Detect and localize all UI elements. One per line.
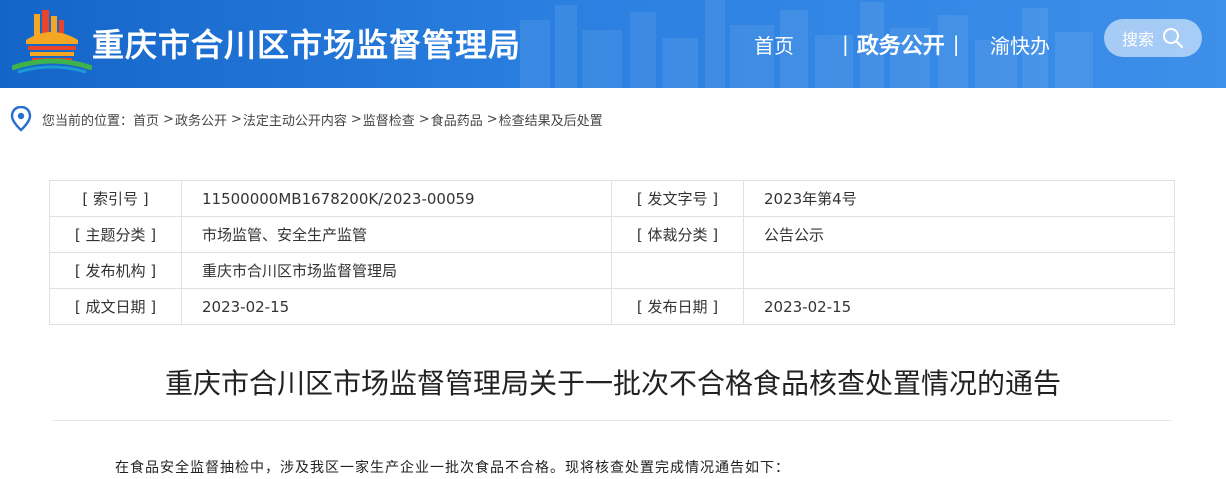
meta-value-publisher: 重庆市合川区市场监督管理局 [181, 252, 612, 289]
breadcrumb-home[interactable]: 首页 [133, 110, 159, 129]
article-title: 重庆市合川区市场监督管理局关于一批次不合格食品核查处置情况的通告 [164, 367, 1061, 400]
meta-label-publish-date: [ 发布日期 ] [611, 288, 744, 325]
meta-label-doc-number: [ 发文字号 ] [611, 180, 744, 217]
breadcrumb-separator: > [350, 111, 362, 127]
meta-value-empty [743, 252, 1175, 289]
nav-yukuaiban-link[interactable]: 渝快办 [990, 30, 1050, 59]
breadcrumb-inspection-results[interactable]: 检查结果及后处置 [499, 110, 603, 129]
table-row: [ 主题分类 ] 市场监管、安全生产监管 [ 体裁分类 ] 公告公示 [49, 216, 1175, 253]
meta-value-written-date: 2023-02-15 [181, 288, 612, 325]
title-divider [52, 420, 1172, 421]
location-pin-icon [10, 106, 32, 132]
meta-label-empty [611, 252, 744, 289]
breadcrumb-gov-affairs[interactable]: 政务公开 [175, 110, 227, 129]
meta-label-publisher: [ 发布机构 ] [49, 252, 182, 289]
meta-label-genre: [ 体裁分类 ] [611, 216, 744, 253]
site-header: 重庆市合川区市场监督管理局 首页 | 政务公开 | 渝快办 搜索 [0, 0, 1226, 88]
nav-separator: | [842, 32, 849, 56]
article-paragraph: 在食品安全监督抽检中，涉及我区一家生产企业一批次食品不合格。现将核查处置完成情况… [115, 460, 790, 476]
table-row: [ 索引号 ] 11500000MB1678200K/2023-00059 [ … [49, 180, 1175, 217]
meta-value-index: 11500000MB1678200K/2023-00059 [181, 180, 612, 217]
nav-separator: | [952, 32, 960, 56]
search-button-label: 搜索 [1121, 30, 1154, 49]
breadcrumb-supervision[interactable]: 监督检查 [363, 110, 415, 129]
breadcrumb-prefix: 您当前的位置： [42, 113, 134, 129]
breadcrumb: 您当前的位置： 首页 > 政务公开 > 法定主动公开内容 > 监督检查 > 食品… [10, 106, 603, 132]
nav-gov-affairs-link[interactable]: 政务公开 [857, 28, 945, 60]
meta-label-written-date: [ 成文日期 ] [49, 288, 182, 325]
breadcrumb-food-drug[interactable]: 食品药品 [431, 110, 483, 129]
meta-value-doc-number: 2023年第4号 [743, 180, 1175, 217]
site-title: 重庆市合川区市场监督管理局 [92, 26, 522, 64]
meta-value-publish-date: 2023-02-15 [743, 288, 1175, 325]
meta-label-index: [ 索引号 ] [49, 180, 182, 217]
breadcrumb-separator: > [163, 111, 174, 127]
breadcrumb-statutory-content[interactable]: 法定主动公开内容 [243, 110, 347, 129]
search-icon [1163, 28, 1184, 49]
table-row: [ 发布机构 ] 重庆市合川区市场监督管理局 [49, 252, 1175, 289]
meta-label-topic: [ 主题分类 ] [49, 216, 182, 253]
search-button[interactable]: 搜索 [1104, 19, 1202, 57]
document-meta-table: [ 索引号 ] 11500000MB1678200K/2023-00059 [ … [49, 180, 1175, 325]
breadcrumb-separator: > [230, 111, 242, 127]
breadcrumb-separator: > [418, 111, 430, 127]
meta-value-topic: 市场监管、安全生产监管 [181, 216, 612, 253]
breadcrumb-separator: > [486, 111, 498, 127]
building-logo-icon [12, 10, 92, 74]
meta-value-genre: 公告公示 [743, 216, 1175, 253]
table-row: [ 成文日期 ] 2023-02-15 [ 发布日期 ] 2023-02-15 [49, 288, 1175, 325]
nav-home-link[interactable]: 首页 [754, 30, 794, 59]
